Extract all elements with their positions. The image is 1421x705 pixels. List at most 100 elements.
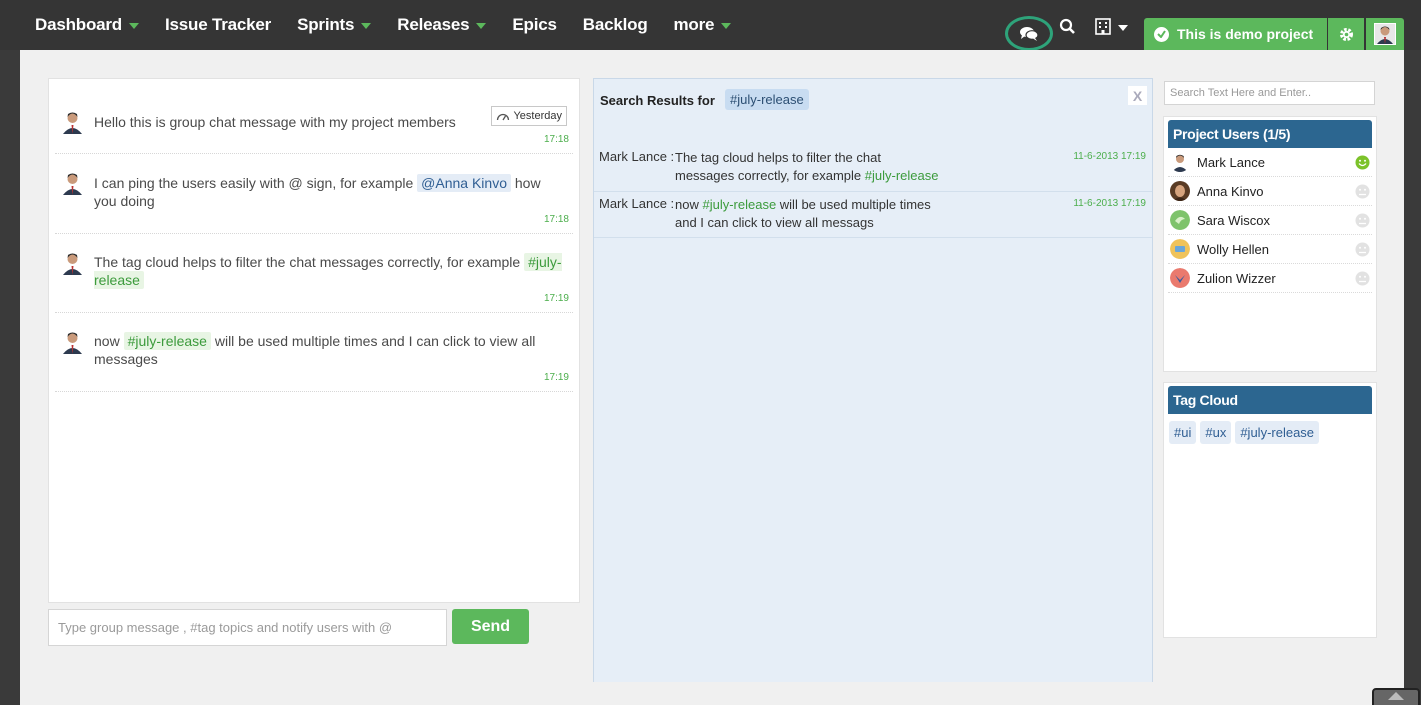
project-switcher[interactable] bbox=[1095, 18, 1128, 35]
avatar bbox=[1374, 23, 1396, 45]
result-timestamp: 11-6-2013 17:19 bbox=[1073, 198, 1146, 209]
result-timestamp: 11-6-2013 17:19 bbox=[1073, 151, 1146, 162]
gear-icon bbox=[1339, 27, 1353, 41]
nav-epics[interactable]: Epics bbox=[512, 15, 557, 35]
nav-sprints-label: Sprints bbox=[297, 15, 355, 34]
user-row[interactable]: Sara Wiscox bbox=[1168, 206, 1372, 235]
nav-issue-tracker-label: Issue Tracker bbox=[165, 15, 272, 34]
hashtag-link[interactable]: #july-release bbox=[865, 168, 939, 183]
user-name: Anna Kinvo bbox=[1197, 183, 1264, 199]
user-name: Zulion Wizzer bbox=[1197, 270, 1276, 286]
tag-chip[interactable]: #july-release bbox=[1235, 421, 1320, 444]
chevron-down-icon bbox=[361, 23, 372, 29]
top-navbar: Dashboard Issue Tracker Sprints Releases… bbox=[0, 0, 1421, 51]
message-time: 17:19 bbox=[543, 293, 569, 304]
result-text-part: now bbox=[675, 197, 703, 212]
user-row[interactable]: Anna Kinvo bbox=[1168, 177, 1372, 206]
avatar bbox=[60, 329, 85, 354]
main-nav: Dashboard Issue Tracker Sprints Releases… bbox=[22, 0, 744, 50]
chat-message-input[interactable]: Type group message , #tag topics and not… bbox=[48, 609, 447, 646]
chat-message: The tag cloud helps to filter the chat m… bbox=[55, 234, 573, 313]
offline-status-icon bbox=[1355, 184, 1370, 198]
result-text-part: messages correctly, for example bbox=[675, 168, 865, 183]
nav-issue-tracker[interactable]: Issue Tracker bbox=[165, 15, 271, 35]
offline-status-icon bbox=[1355, 242, 1370, 256]
offline-status-icon bbox=[1355, 271, 1370, 285]
user-name: Wolly Hellen bbox=[1197, 241, 1270, 257]
avatar bbox=[60, 250, 85, 275]
chevron-down-icon bbox=[476, 23, 487, 29]
chat-message-text: The tag cloud helps to filter the chat m… bbox=[94, 253, 564, 289]
tag-chip[interactable]: #ui bbox=[1169, 421, 1197, 444]
message-text-part: The tag cloud helps to filter the chat m… bbox=[94, 254, 525, 270]
message-time: 17:18 bbox=[543, 214, 569, 225]
chat-button[interactable] bbox=[1005, 16, 1053, 51]
scroll-to-top-button[interactable] bbox=[1372, 688, 1420, 705]
hashtag-link[interactable]: #july-release bbox=[123, 332, 211, 350]
online-status-icon bbox=[1355, 155, 1370, 169]
nav-more[interactable]: more bbox=[674, 15, 732, 35]
nav-dashboard-label: Dashboard bbox=[35, 15, 122, 34]
chat-message: Hello this is group chat message with my… bbox=[55, 79, 573, 154]
result-line: The tag cloud helps to filter the chat bbox=[675, 150, 881, 165]
speedometer-icon bbox=[497, 113, 510, 120]
avatar bbox=[1170, 239, 1190, 259]
message-text-part: I can ping the users easily with @ sign,… bbox=[94, 175, 418, 191]
settings-button[interactable] bbox=[1328, 18, 1364, 50]
user-row[interactable]: Wolly Hellen bbox=[1168, 235, 1372, 264]
tag-cloud: #ui #ux #july-release bbox=[1169, 421, 1376, 444]
search-tag-chip[interactable]: #july-release bbox=[725, 89, 809, 110]
date-badge: Yesterday bbox=[491, 106, 567, 126]
user-name: Mark Lance bbox=[1197, 154, 1265, 170]
avatar bbox=[1170, 268, 1190, 288]
offline-status-icon bbox=[1355, 213, 1370, 227]
message-text-part: now bbox=[94, 333, 124, 349]
chat-icon bbox=[1020, 26, 1039, 41]
chevron-down-icon bbox=[721, 23, 732, 29]
tag-chip[interactable]: #ux bbox=[1200, 421, 1232, 444]
hashtag-link[interactable]: #july-release bbox=[702, 197, 776, 212]
result-message: now #july-release will be used multiple … bbox=[675, 196, 975, 232]
result-line: and I can click to view all messags bbox=[675, 215, 874, 230]
send-button[interactable]: Send bbox=[452, 609, 529, 644]
avatar bbox=[60, 109, 85, 134]
current-project-button[interactable]: This is demo project bbox=[1144, 18, 1327, 50]
chat-message: I can ping the users easily with @ sign,… bbox=[55, 154, 573, 234]
user-mention[interactable]: @Anna Kinvo bbox=[417, 174, 511, 192]
arrow-up-icon bbox=[1388, 692, 1404, 700]
result-line: messages correctly, for example #july-re… bbox=[675, 167, 975, 185]
project-users-title: Project Users (1/5) bbox=[1168, 120, 1372, 148]
check-circle-icon bbox=[1154, 26, 1169, 42]
chat-message-text: now #july-release will be used multiple … bbox=[94, 332, 564, 368]
group-chat-panel: Hello this is group chat message with my… bbox=[48, 78, 580, 603]
result-user: Mark Lance : bbox=[599, 149, 675, 164]
nav-sprints[interactable]: Sprints bbox=[297, 15, 372, 35]
user-row[interactable]: Zulion Wizzer bbox=[1168, 264, 1372, 293]
avatar bbox=[1170, 210, 1190, 230]
chevron-down-icon bbox=[1118, 24, 1128, 31]
current-project-label: This is demo project bbox=[1177, 26, 1314, 42]
chat-message: now #july-release will be used multiple … bbox=[55, 313, 573, 392]
nav-epics-label: Epics bbox=[512, 15, 557, 34]
close-button[interactable]: X bbox=[1128, 86, 1147, 105]
nav-backlog-label: Backlog bbox=[582, 15, 648, 34]
chat-message-text: I can ping the users easily with @ sign,… bbox=[94, 174, 564, 210]
date-badge-label: Yesterday bbox=[513, 110, 562, 122]
building-icon bbox=[1095, 18, 1111, 35]
search-result-row: Mark Lance : now #july-release will be u… bbox=[594, 196, 1152, 238]
nav-releases-label: Releases bbox=[397, 15, 470, 34]
nav-backlog[interactable]: Backlog bbox=[583, 15, 648, 35]
avatar bbox=[1170, 181, 1190, 201]
tag-cloud-panel: Tag Cloud #ui #ux #july-release bbox=[1163, 382, 1377, 638]
message-time: 17:18 bbox=[543, 134, 569, 145]
tag-cloud-title: Tag Cloud bbox=[1168, 386, 1372, 414]
user-menu-button[interactable] bbox=[1366, 18, 1404, 50]
nav-dashboard[interactable]: Dashboard bbox=[35, 15, 139, 35]
search-results-panel: Search Results for #july-release X Mark … bbox=[593, 78, 1153, 682]
user-name: Sara Wiscox bbox=[1197, 212, 1270, 228]
search-button[interactable] bbox=[1059, 18, 1076, 40]
nav-releases[interactable]: Releases bbox=[397, 15, 487, 35]
sidebar-search-input[interactable]: Search Text Here and Enter.. bbox=[1164, 81, 1375, 105]
user-row[interactable]: Mark Lance bbox=[1168, 148, 1372, 177]
result-message: The tag cloud helps to filter the chat m… bbox=[675, 149, 975, 185]
